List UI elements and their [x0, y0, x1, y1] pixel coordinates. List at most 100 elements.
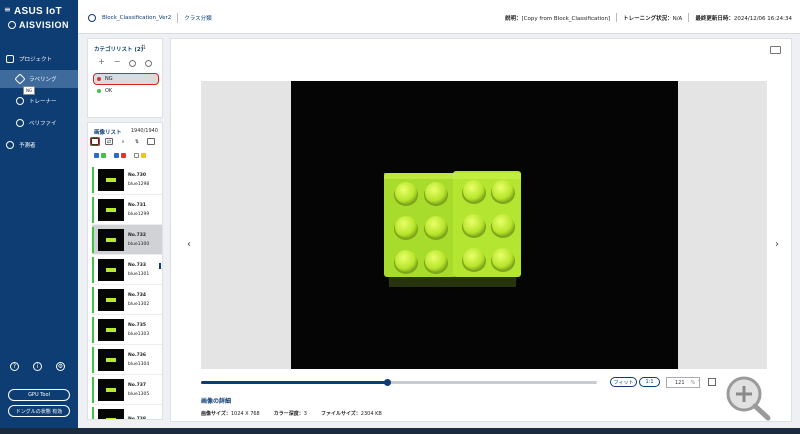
previous-arrow-icon[interactable]: ‹ [187, 239, 191, 250]
list-item[interactable]: No.736 blue1304 [92, 345, 162, 375]
thumbnail-image [98, 378, 124, 401]
image-number: No.732 [128, 232, 146, 238]
sidebar-item-projects[interactable]: プロジェクト [0, 50, 78, 68]
add-icon[interactable]: + [98, 57, 105, 67]
chevron-down-icon: ˅ [697, 379, 700, 386]
option-checkbox[interactable] [708, 378, 716, 386]
image-name: blue1304 [128, 361, 150, 367]
checkbox-icon[interactable] [114, 153, 119, 158]
share-icon[interactable] [88, 14, 96, 22]
list-item[interactable]: No.738 [92, 405, 162, 419]
gpu-tool-button[interactable]: GPU Tool [8, 389, 70, 401]
gallery-view-icon[interactable] [90, 137, 100, 146]
more-icon[interactable]: ⋮ [161, 138, 162, 145]
image-count: 1940/1940 [130, 128, 158, 134]
checkbox-icon[interactable] [94, 153, 99, 158]
filter-red[interactable] [114, 153, 126, 158]
thumbnail-text: No.738 [128, 415, 146, 419]
next-arrow-icon[interactable]: › [775, 239, 779, 250]
category-color-bar [92, 316, 94, 343]
checkbox-icon[interactable] [134, 153, 139, 158]
description: 説明：[Copy from Block_Classification] [505, 15, 611, 22]
thumbnail-text: No.731 blue1299 [128, 201, 149, 219]
thumbnail-image [98, 198, 124, 221]
divider [688, 13, 690, 22]
project-name: Block_Classification_Ver2 [102, 15, 172, 21]
category-color-bar [92, 406, 94, 419]
image-name: blue1299 [128, 211, 150, 217]
fit-button[interactable]: フィット [610, 377, 637, 387]
sidebar-utility-icons: ? i ⚙ [10, 362, 65, 371]
category-color-bar [92, 196, 94, 223]
list-item[interactable]: No.731 blue1299 [92, 195, 162, 225]
category-toolbar: + − [98, 57, 153, 67]
image-number: No.735 [128, 322, 146, 328]
filter-yellow[interactable] [134, 153, 146, 158]
category-item-ng[interactable]: NG [93, 73, 159, 85]
zoom-select[interactable]: 121 % ˅ [666, 377, 700, 388]
slider-knob[interactable] [384, 379, 391, 386]
image-number: No.733 [128, 262, 146, 268]
color-swatch [121, 153, 126, 158]
brand-name: AISVISION [19, 20, 70, 30]
sort-icon[interactable]: ⇅ [141, 44, 146, 51]
dongle-status-button[interactable]: ドングルの状態 有効 [8, 405, 70, 417]
brand-logo-top: ASUS IoT [14, 6, 62, 17]
sidebar-item-label: ベリファイ [29, 121, 57, 127]
gear-icon [16, 97, 24, 105]
color-dot [97, 77, 101, 81]
help-icon[interactable]: ? [10, 362, 19, 371]
sidebar-item-trainer[interactable]: トレーナー [0, 92, 78, 110]
training-status: トレーニング状況：N/A [623, 15, 683, 22]
image-number: No.730 [128, 172, 146, 178]
zoom-in-magnifier-icon[interactable] [722, 374, 778, 422]
swap-icon[interactable]: ⇄ [105, 138, 113, 145]
category-item-ok[interactable]: OK [94, 86, 158, 96]
color-dot [97, 89, 101, 93]
sidebar-item-label: トレーナー [29, 99, 57, 105]
color-swatch [101, 153, 106, 158]
divider [177, 13, 179, 23]
settings-icon[interactable]: ⚙ [56, 362, 65, 371]
search-icon[interactable]: ⌕ [119, 138, 127, 145]
thumbnail-image [98, 168, 124, 191]
header: Block_Classification_Ver2 クラス分類 説明：[Copy… [78, 0, 800, 34]
info-icon[interactable] [145, 60, 153, 67]
gear-icon[interactable] [129, 60, 137, 67]
filter-blue[interactable] [94, 153, 106, 158]
menu-icon[interactable]: ≡ [4, 6, 11, 14]
image-number: No.737 [128, 382, 146, 388]
list-item[interactable]: No.733 blue1301 [92, 255, 162, 285]
slider-fill [201, 381, 388, 384]
file-size: ファイルサイズ：2304 KB [320, 411, 382, 417]
image-name: blue1303 [128, 331, 150, 337]
thumbnail-image [98, 288, 124, 311]
details-title: 画像の詳細 [201, 398, 232, 405]
lego-bricks-image [291, 81, 678, 369]
aisvision-logo-icon [8, 21, 16, 29]
sidebar-item-predictor[interactable]: 予測者 [0, 136, 78, 154]
list-item[interactable]: No.737 blue1305 [92, 375, 162, 405]
sort-icon[interactable]: ⇅ [133, 138, 141, 145]
thumbnail-text: No.736 blue1304 [128, 351, 149, 369]
info-icon[interactable]: i [33, 362, 42, 371]
image-slider[interactable] [201, 379, 597, 386]
list-item[interactable]: No.732 blue1300 [92, 225, 162, 255]
camera-filter-icon[interactable] [147, 138, 155, 145]
divider [616, 13, 618, 22]
list-item[interactable]: No.730 blue1298 [92, 165, 162, 195]
image-number: No.734 [128, 292, 146, 298]
sidebar-item-verify[interactable]: ベリファイ [0, 114, 78, 132]
search-icon [6, 141, 14, 149]
image-canvas[interactable] [291, 81, 678, 369]
scrollbar-thumb[interactable] [159, 263, 161, 269]
category-color-bar [92, 376, 94, 403]
sidebar-item-labeling[interactable]: ラベリング [0, 70, 78, 88]
list-item[interactable]: No.734 blue1302 [92, 285, 162, 315]
category-label: NG [105, 76, 113, 82]
thumbnail-text: No.733 blue1301 [128, 261, 149, 279]
remove-icon[interactable]: − [114, 57, 121, 67]
camera-icon[interactable] [770, 46, 781, 54]
list-item[interactable]: No.735 blue1303 [92, 315, 162, 345]
actual-size-button[interactable]: 1:1 [639, 377, 660, 387]
